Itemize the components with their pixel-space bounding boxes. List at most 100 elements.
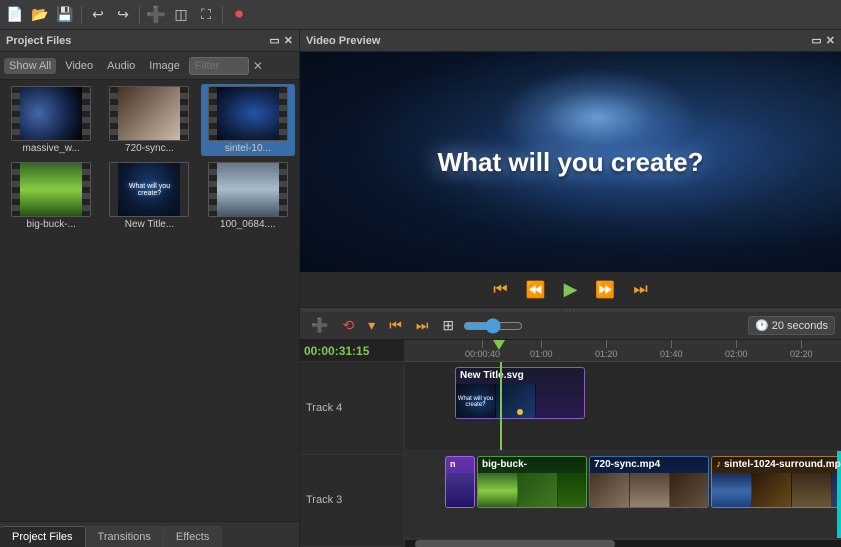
ruler-mark-2: 01:00 xyxy=(530,340,553,359)
add-button[interactable]: ➕ xyxy=(145,4,167,26)
new-button[interactable]: 📄 xyxy=(4,4,26,26)
film-strip-right-3 xyxy=(279,87,287,140)
thumb-item-6[interactable]: 100_0684.... xyxy=(201,160,295,232)
filter-input[interactable] xyxy=(189,57,249,75)
clip-big-thumb1 xyxy=(478,473,518,507)
tick-4 xyxy=(671,340,672,348)
tick-1 xyxy=(482,340,483,348)
clip-big-thumb2 xyxy=(518,473,558,507)
playback-fastforward-button[interactable]: ⏩ xyxy=(589,277,621,303)
filter-video-button[interactable]: Video xyxy=(60,58,98,74)
clip-new-title-svg[interactable]: New Title.svg What will you create? xyxy=(455,367,585,419)
save-button[interactable]: 💾 xyxy=(54,4,76,26)
timeline-zoom-slider[interactable] xyxy=(463,318,523,334)
clip-720-thumb1 xyxy=(590,473,630,507)
ruler-mark-5: 02:00 xyxy=(725,340,748,359)
filter-clear-icon[interactable]: ✕ xyxy=(253,59,263,73)
clip-sintel[interactable]: ♪sintel-1024-surround.mp4 xyxy=(711,456,841,508)
timeline-next-button[interactable]: ⏭ xyxy=(411,315,434,336)
clip-720-thumb2 xyxy=(630,473,670,507)
film-strip-left-3 xyxy=(209,87,217,140)
clip-720-sync[interactable]: 720-sync.mp4 xyxy=(589,456,709,508)
tab-transitions[interactable]: Transitions xyxy=(86,526,164,547)
clip-svg-thumb: What will you create? xyxy=(456,384,496,418)
tick-6 xyxy=(801,340,802,348)
filter-audio-button[interactable]: Audio xyxy=(102,58,140,74)
clip-big-title: big-buck- xyxy=(478,457,586,472)
timeline-zoom-badge: 🕐 20 seconds xyxy=(748,316,835,335)
split-button[interactable]: ◫ xyxy=(170,4,192,26)
filter-image-button[interactable]: Image xyxy=(144,58,185,74)
timeline-zoom-label: 20 seconds xyxy=(772,320,828,332)
thumb-bg-6 xyxy=(217,163,279,216)
thumbnail-grid: massive_w... 720-sync... sintel-10... xyxy=(0,80,299,521)
clip-n[interactable]: n xyxy=(445,456,475,508)
sintel-icon: ♪ xyxy=(716,459,721,470)
tick-2 xyxy=(541,340,542,348)
minimize-icon[interactable]: ▭ xyxy=(269,34,279,47)
track4-row: New Title.svg What will you create? xyxy=(405,362,841,451)
clip-svg-title: New Title.svg xyxy=(456,368,584,383)
playback-end-button[interactable]: ⏭ xyxy=(627,278,653,302)
thumb-item-4[interactable]: big-buck-... xyxy=(4,160,98,232)
clip-sintel-thumb1 xyxy=(712,473,752,507)
timeline-snap-button[interactable]: ⊞ xyxy=(437,315,459,336)
clip-big-strip xyxy=(478,473,586,507)
thumb-label-2: 720-sync... xyxy=(109,143,189,154)
timeline-scrollbar[interactable] xyxy=(405,539,841,547)
clip-big-thumb3 xyxy=(558,473,586,507)
clip-n-thumb xyxy=(446,473,474,507)
preview-text: What will you create? xyxy=(438,147,704,178)
film-strip-right-1 xyxy=(82,87,90,140)
redo-button[interactable]: ↪ xyxy=(112,4,134,26)
film-strip-left-4 xyxy=(12,163,20,216)
clip-n-title: n xyxy=(446,457,474,471)
playback-rewind-button[interactable]: ⏪ xyxy=(520,277,552,303)
film-strip-left-2 xyxy=(110,87,118,140)
track-labels: 00:00:31:15 Track 4 Track 3 xyxy=(300,340,405,547)
undo-button[interactable]: ↩ xyxy=(87,4,109,26)
thumb-item-2[interactable]: 720-sync... xyxy=(102,84,196,156)
video-preview-header-icons: ▭ ✕ xyxy=(811,34,835,47)
playback-play-button[interactable]: ▶ xyxy=(558,276,584,303)
thumb-item-3[interactable]: sintel-10... xyxy=(201,84,295,156)
tab-project-files[interactable]: Project Files xyxy=(0,526,86,547)
toolbar-separator-1 xyxy=(81,6,82,24)
main-toolbar: 📄 📂 💾 ↩ ↪ ➕ ◫ ⛶ ⏺ xyxy=(0,0,841,30)
thumb-img-2 xyxy=(109,86,189,141)
thumb-bg-4 xyxy=(20,163,82,216)
playhead-triangle xyxy=(493,340,505,350)
filter-showall-button[interactable]: Show All xyxy=(4,58,56,74)
timeline-trim-button[interactable]: ▾ xyxy=(363,315,380,336)
film-strip-left-1 xyxy=(12,87,20,140)
ruler-mark-6: 02:20 xyxy=(790,340,813,359)
maximize-icon[interactable]: ✕ xyxy=(284,34,293,47)
timeline-remove-button[interactable]: ⟲ xyxy=(337,315,359,336)
scrollbar-thumb[interactable] xyxy=(415,540,615,547)
thumb-img-1 xyxy=(11,86,91,141)
timeline-add-button[interactable]: ➕ xyxy=(306,315,333,336)
open-button[interactable]: 📂 xyxy=(29,4,51,26)
tick-5 xyxy=(736,340,737,348)
ruler-mark-4: 01:40 xyxy=(660,340,683,359)
clip-sintel-title: ♪sintel-1024-surround.mp4 xyxy=(712,457,841,472)
timeline-toolbar: ➕ ⟲ ▾ ⏮ ⏭ ⊞ 🕐 20 seconds xyxy=(300,312,841,340)
timeline-prev-button[interactable]: ⏮ xyxy=(384,315,407,336)
playback-start-button[interactable]: ⏮ xyxy=(487,278,513,302)
thumb-item-5[interactable]: What will you create? New Title... xyxy=(102,160,196,232)
clip-big-buck[interactable]: big-buck- xyxy=(477,456,587,508)
timeline-ruler: 00:00:40 01:00 01:20 01:40 xyxy=(405,340,841,362)
playback-controls: ⏮ ⏪ ▶ ⏩ ⏭ xyxy=(300,272,841,308)
vp-maximize-icon[interactable]: ✕ xyxy=(826,34,835,47)
clip-n-strip xyxy=(446,473,474,507)
thumb-bg-5: What will you create? xyxy=(118,163,180,216)
record-button[interactable]: ⏺ xyxy=(228,4,250,26)
track3-label-text: Track 3 xyxy=(306,494,342,506)
vp-minimize-icon[interactable]: ▭ xyxy=(811,34,821,47)
tab-effects[interactable]: Effects xyxy=(164,526,222,547)
fullscreen-button[interactable]: ⛶ xyxy=(195,4,217,26)
thumb-item-1[interactable]: massive_w... xyxy=(4,84,98,156)
track4-label-text: Track 4 xyxy=(306,402,342,414)
video-preview-title: Video Preview xyxy=(306,35,380,47)
ruler-label-5: 02:00 xyxy=(725,349,748,359)
